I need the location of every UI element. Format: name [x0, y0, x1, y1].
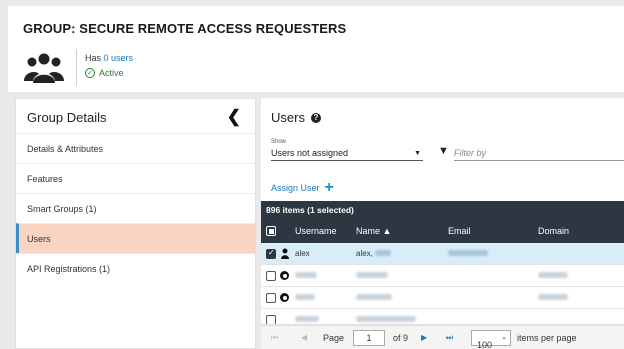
status-text: Active	[99, 68, 124, 78]
users-count-link[interactable]: 0 users	[104, 53, 134, 63]
table-row[interactable]	[261, 309, 624, 325]
users-panel: Users ? Show Users not assigned ▼ ▼ Filt…	[261, 98, 624, 349]
cell-username	[295, 315, 319, 324]
table-row[interactable]	[261, 265, 624, 287]
user-status-icon	[280, 271, 289, 280]
check-circle-icon: ✓	[85, 68, 95, 78]
redacted-text	[375, 250, 392, 256]
page-count: of 9	[393, 333, 409, 343]
sidebar-item-details[interactable]: Details & Attributes	[16, 133, 255, 163]
last-page-icon[interactable]: ⏭	[446, 333, 453, 343]
cell-name: alex,	[356, 249, 392, 258]
status-badge: ✓ Active	[85, 68, 124, 78]
group-details-panel: Group Details ❮ Details & Attributes Fea…	[15, 98, 256, 349]
cell-username	[295, 271, 317, 280]
sidebar-item-api-registrations[interactable]: API Registrations (1)	[16, 253, 255, 283]
cell-email	[448, 249, 488, 258]
redacted-text	[356, 294, 392, 300]
user-status-icon	[280, 293, 289, 302]
cell-domain	[538, 293, 568, 302]
select-all-checkbox[interactable]	[266, 226, 276, 236]
redacted-text	[538, 272, 568, 278]
redacted-text	[295, 316, 319, 322]
row-checkbox[interactable]	[266, 315, 276, 324]
user-icon	[281, 248, 289, 259]
caret-down-icon: ▼	[414, 150, 421, 157]
page-number-input[interactable]: 1	[353, 330, 385, 346]
users-count: Has 0 users	[85, 53, 133, 63]
row-checkbox[interactable]	[266, 293, 276, 303]
per-page-value: 100	[477, 340, 493, 349]
users-heading: Users ?	[271, 110, 321, 125]
show-select-value: Users not assigned	[271, 148, 349, 158]
redacted-text	[538, 294, 568, 300]
col-name[interactable]: Name ▲	[356, 226, 391, 236]
filter-icon[interactable]: ▼	[438, 145, 449, 157]
cell-username	[295, 293, 315, 302]
table-header: Username Name ▲ Email Domain	[261, 219, 624, 243]
sidebar-item-smart-groups[interactable]: Smart Groups (1)	[16, 193, 255, 223]
cell-domain	[538, 271, 568, 280]
redacted-text	[356, 316, 416, 322]
panel-title: Group Details	[27, 110, 107, 125]
chevron-left-icon[interactable]: ❮	[227, 107, 241, 127]
users-title: Users	[271, 110, 305, 125]
assign-user-button[interactable]: Assign User +	[271, 180, 334, 196]
cell-name	[356, 271, 388, 280]
header-divider	[76, 49, 77, 86]
redacted-text	[356, 272, 388, 278]
help-icon[interactable]: ?	[310, 112, 321, 123]
per-page-label: items per page	[517, 333, 577, 343]
table-summary: 896 items (1 selected)	[261, 201, 624, 219]
cell-name	[356, 293, 392, 302]
show-select[interactable]: Users not assigned ▼	[271, 148, 423, 161]
table-row[interactable]: alex alex,	[261, 243, 624, 265]
per-page-select[interactable]: 100 ⌄	[471, 330, 511, 349]
cell-username: alex	[295, 249, 310, 258]
next-page-icon[interactable]: ▶	[421, 333, 427, 342]
group-header: GROUP: SECURE REMOTE ACCESS REQUESTERS H…	[8, 6, 624, 92]
page-label: Page	[323, 333, 345, 343]
col-username[interactable]: Username	[295, 226, 337, 236]
show-label: Show	[271, 139, 287, 145]
row-checkbox[interactable]	[266, 248, 276, 259]
plus-icon: +	[324, 179, 334, 196]
first-page-icon[interactable]: ⏮	[271, 333, 278, 343]
page-title: GROUP: SECURE REMOTE ACCESS REQUESTERS	[23, 21, 347, 36]
redacted-text	[448, 250, 488, 256]
row-checkbox[interactable]	[266, 271, 276, 281]
filter-input[interactable]: Filter by	[454, 148, 624, 161]
col-email[interactable]: Email	[448, 226, 471, 236]
redacted-text	[295, 272, 317, 278]
pagination-bar: ⏮ ◀ Page 1 of 9 ▶ ⏭ 100 ⌄ items per page	[261, 325, 624, 349]
assign-user-label: Assign User	[271, 183, 320, 193]
redacted-text	[295, 294, 315, 300]
cell-name-text: alex,	[356, 249, 373, 258]
sidebar-item-users[interactable]: Users	[16, 223, 255, 253]
group-icon	[24, 53, 64, 83]
table-row[interactable]	[261, 287, 624, 309]
col-domain[interactable]: Domain	[538, 226, 569, 236]
sidebar-item-features[interactable]: Features	[16, 163, 255, 193]
cell-name	[356, 315, 416, 324]
prev-page-icon[interactable]: ◀	[301, 333, 307, 342]
has-prefix: Has	[85, 53, 102, 63]
chevron-down-icon: ⌄	[501, 334, 507, 341]
